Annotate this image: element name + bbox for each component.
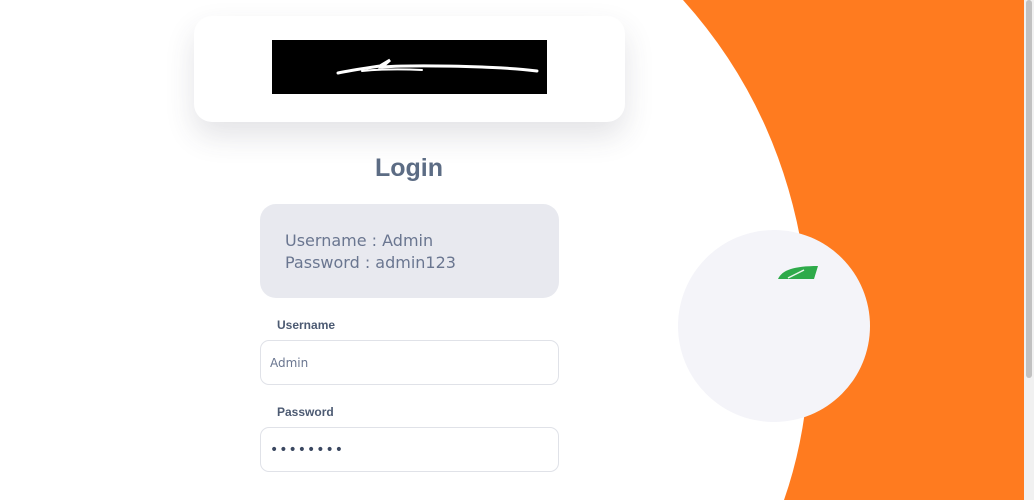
logo-card [194, 16, 625, 122]
scrollbar[interactable] [1024, 0, 1034, 500]
leaf-icon [778, 266, 818, 279]
credentials-password-text: Password : admin123 [285, 253, 456, 272]
signature-logo-icon [272, 40, 547, 94]
password-input[interactable] [260, 427, 559, 472]
illustration-circle [678, 230, 870, 422]
credentials-hint-box: Username : Admin Password : admin123 [260, 204, 559, 298]
password-label: Password [277, 405, 334, 419]
username-input[interactable] [260, 340, 559, 385]
login-title: Login [374, 154, 444, 182]
username-label: Username [277, 318, 336, 332]
scrollbar-thumb[interactable] [1026, 0, 1032, 378]
credentials-username-text: Username : Admin [285, 231, 434, 250]
